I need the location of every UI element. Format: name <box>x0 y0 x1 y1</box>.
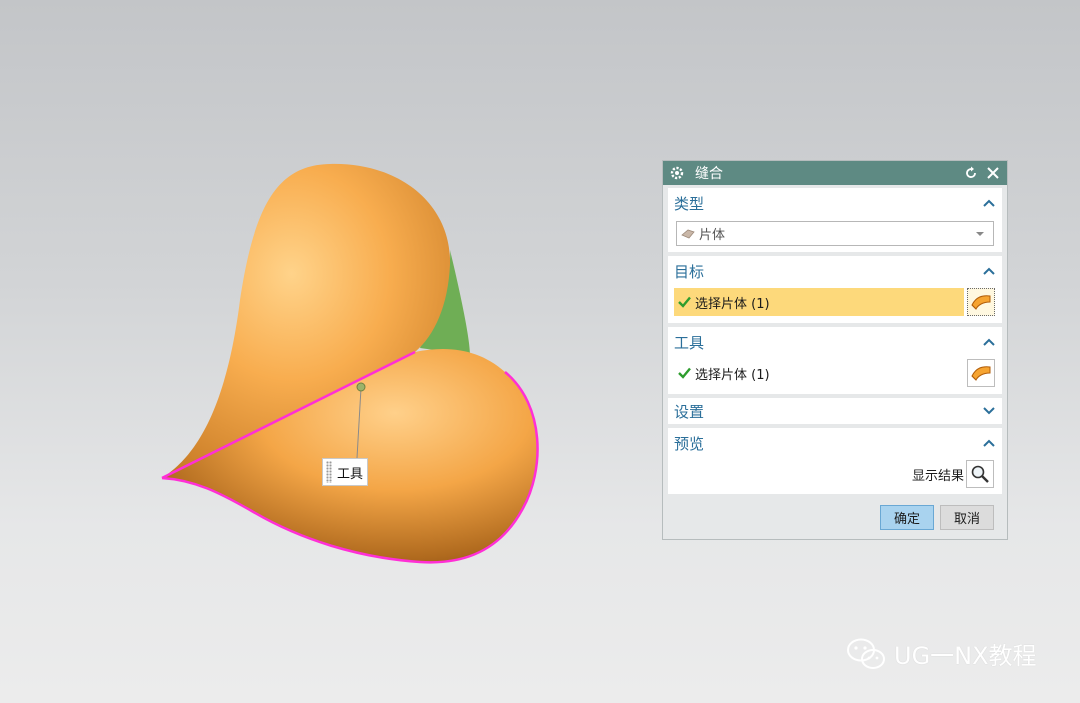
callout-anchor <box>356 382 366 392</box>
section-tool: 工具 选择片体 (1) <box>668 327 1002 394</box>
sheet-select-icon <box>971 295 991 310</box>
cancel-button[interactable]: 取消 <box>940 505 994 530</box>
section-settings-label: 设置 <box>674 402 705 421</box>
show-result-button[interactable] <box>966 460 994 488</box>
section-target: 目标 选择片体 (1) <box>668 256 1002 323</box>
section-preview: 预览 显示结果 <box>668 428 1002 494</box>
section-settings-header[interactable]: 设置 <box>668 398 1002 424</box>
magnifier-icon <box>971 465 989 483</box>
check-icon <box>678 367 691 379</box>
sheet-select-icon <box>971 366 991 381</box>
sheet-body-icon <box>681 229 695 238</box>
reset-icon[interactable] <box>963 165 979 181</box>
grip-icon <box>326 461 332 483</box>
section-tool-label: 工具 <box>674 333 705 352</box>
chevron-up-icon <box>983 338 995 346</box>
watermark: UG一NX教程 <box>846 636 1037 671</box>
tool-select-label: 选择片体 (1) <box>695 367 770 383</box>
section-settings: 设置 <box>668 398 1002 424</box>
check-icon <box>678 296 691 308</box>
ok-button[interactable]: 确定 <box>880 505 934 530</box>
section-type-label: 类型 <box>674 194 705 213</box>
target-select-sheet-button[interactable] <box>967 288 995 316</box>
chevron-down-icon <box>976 231 984 236</box>
show-result-label: 显示结果 <box>911 468 964 484</box>
target-select-row[interactable]: 选择片体 (1) <box>674 288 964 316</box>
section-target-label: 目标 <box>674 262 705 281</box>
gear-icon <box>670 166 684 180</box>
tool-callout-label[interactable]: 工具 <box>322 458 368 486</box>
chevron-up-icon <box>983 199 995 207</box>
chevron-down-icon <box>983 407 995 415</box>
dialog-titlebar[interactable]: 缝合 <box>663 161 1007 185</box>
dialog-title: 缝合 <box>695 166 723 182</box>
section-target-header[interactable]: 目标 <box>668 256 1002 286</box>
sew-dialog: 缝合 类型 片体 目标 选择片体 (1) 工具 选择片体 (1) 设置 预览 显… <box>662 160 1008 540</box>
type-dropdown[interactable]: 片体 <box>676 221 994 246</box>
target-select-label: 选择片体 (1) <box>695 296 770 312</box>
watermark-text: UG一NX教程 <box>894 642 1037 670</box>
section-preview-label: 预览 <box>674 434 705 453</box>
wechat-icon <box>847 638 885 669</box>
tool-select-row[interactable]: 选择片体 (1) <box>674 359 874 387</box>
close-icon[interactable] <box>985 165 1001 181</box>
tool-callout-text: 工具 <box>337 466 364 482</box>
show-result-row: 显示结果 <box>912 460 994 488</box>
section-preview-header[interactable]: 预览 <box>668 428 1002 458</box>
section-type-header[interactable]: 类型 <box>668 188 1002 218</box>
section-tool-header[interactable]: 工具 <box>668 327 1002 357</box>
chevron-up-icon <box>983 267 995 275</box>
section-type: 类型 片体 <box>668 188 1002 252</box>
type-dropdown-value: 片体 <box>699 228 726 243</box>
chevron-up-icon <box>983 439 995 447</box>
tool-select-sheet-button[interactable] <box>967 359 995 387</box>
